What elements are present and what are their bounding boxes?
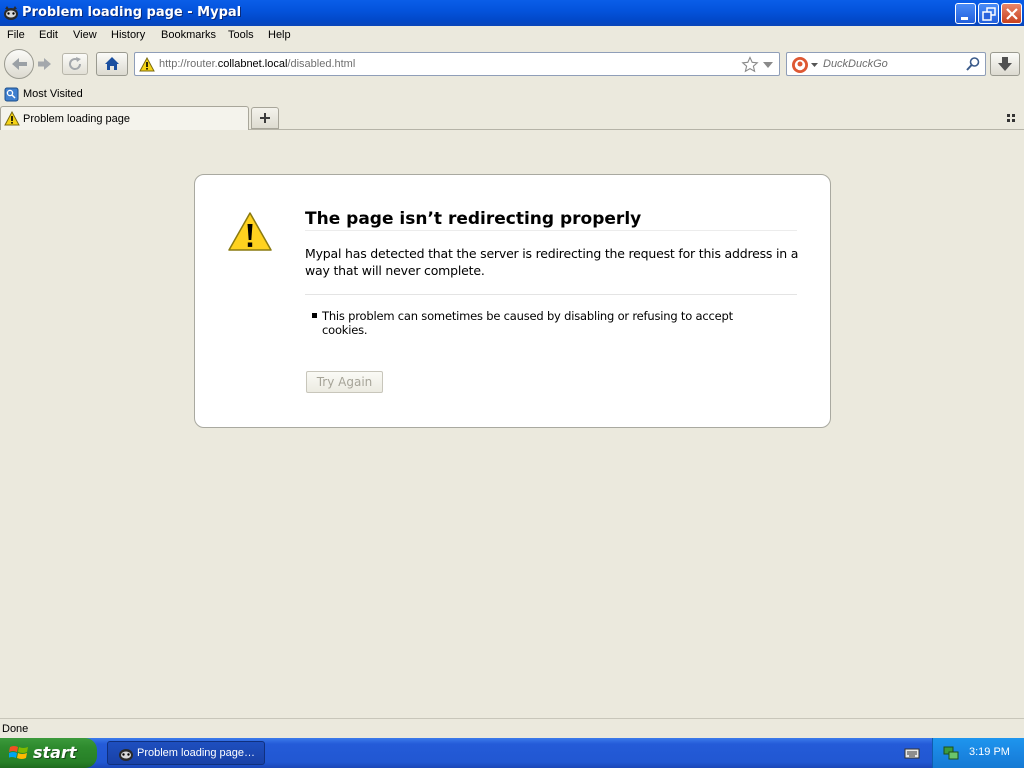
bookmark-star-icon[interactable]: [741, 56, 759, 74]
close-button[interactable]: [1001, 3, 1022, 24]
url-text[interactable]: http://router.collabnet.local/disabled.h…: [159, 58, 355, 70]
start-label: start: [33, 743, 77, 762]
home-button[interactable]: [96, 52, 128, 76]
title-bar[interactable]: Problem loading page - Mypal: [0, 0, 1024, 26]
new-tab-button[interactable]: [251, 107, 279, 129]
menu-help[interactable]: Help: [268, 29, 291, 41]
back-arrow-icon: [12, 58, 27, 70]
clock: 3:19 PM: [969, 746, 1010, 758]
taskbar-item-label: Problem loading page…: [137, 747, 256, 759]
try-again-button[interactable]: Try Again: [306, 371, 383, 393]
url-path: /disabled.html: [287, 58, 356, 70]
status-text: Done: [2, 723, 29, 735]
keyboard-icon[interactable]: [904, 747, 920, 759]
download-arrow-icon: [998, 57, 1012, 71]
start-button[interactable]: start: [0, 738, 97, 768]
menu-bar: File Edit View History Bookmarks Tools H…: [0, 26, 1024, 46]
error-panel: The page isn’t redirecting properly Mypa…: [194, 174, 831, 428]
page-content: The page isn’t redirecting properly Mypa…: [0, 130, 1024, 718]
system-tray: 3:19 PM: [932, 738, 1024, 768]
window-title: Problem loading page - Mypal: [22, 5, 242, 20]
duckduckgo-icon[interactable]: [791, 56, 809, 74]
windows-logo-icon: [9, 746, 28, 759]
navigation-toolbar: http://router.collabnet.local/disabled.h…: [0, 46, 1024, 84]
search-icon[interactable]: [965, 56, 981, 72]
tab-strip: Problem loading page: [0, 106, 1024, 130]
bookmarks-toolbar: Most Visited: [0, 84, 1024, 106]
warning-triangle-icon: [228, 212, 272, 251]
home-icon: [105, 57, 119, 70]
taskbar: start Problem loading page… 3:19 PM: [0, 738, 1024, 768]
status-bar: Done: [0, 718, 1024, 738]
error-bullet-item: This problem can sometimes be caused by …: [312, 309, 742, 337]
restore-button[interactable]: [978, 3, 999, 24]
close-icon: [1006, 8, 1018, 20]
title-divider: [305, 230, 797, 231]
mypal-app-icon: [4, 6, 18, 20]
url-host: collabnet.local: [217, 58, 288, 70]
address-bar[interactable]: http://router.collabnet.local/disabled.h…: [134, 52, 780, 76]
menu-bookmarks[interactable]: Bookmarks: [161, 29, 216, 41]
bullet-text: This problem can sometimes be caused by …: [322, 309, 733, 337]
menu-history[interactable]: History: [111, 29, 145, 41]
search-input[interactable]: DuckDuckGo: [823, 58, 888, 70]
warning-icon: [139, 57, 155, 72]
description-divider: [305, 294, 797, 295]
mypal-app-icon: [119, 749, 133, 761]
forward-arrow-icon: [38, 58, 51, 70]
minimize-button[interactable]: [955, 3, 976, 24]
error-description: Mypal has detected that the server is re…: [305, 246, 799, 278]
reload-icon: [69, 57, 82, 70]
error-title: The page isn’t redirecting properly: [305, 209, 642, 229]
menu-file[interactable]: File: [7, 29, 25, 41]
search-engine-dropdown-icon[interactable]: [811, 63, 818, 67]
bullet-marker: [312, 313, 317, 318]
bookmark-most-visited[interactable]: Most Visited: [23, 88, 83, 100]
back-button[interactable]: [4, 49, 34, 79]
list-all-tabs-icon[interactable]: [1006, 112, 1018, 124]
restore-icon: [982, 7, 996, 21]
warning-icon: [4, 111, 20, 126]
taskbar-item-mypal[interactable]: Problem loading page…: [107, 741, 265, 765]
search-bar[interactable]: DuckDuckGo: [786, 52, 986, 76]
tab-label: Problem loading page: [23, 113, 131, 125]
menu-view[interactable]: View: [73, 29, 97, 41]
reload-button[interactable]: [62, 53, 88, 75]
tab-problem-loading-page[interactable]: Problem loading page: [0, 106, 249, 130]
url-prefix: http://router.: [159, 58, 218, 70]
minimize-icon: [961, 17, 968, 20]
menu-tools[interactable]: Tools: [228, 29, 254, 41]
menu-edit[interactable]: Edit: [39, 29, 58, 41]
bookmark-folder-icon: [4, 87, 19, 102]
history-dropdown-icon[interactable]: [763, 62, 773, 68]
downloads-button[interactable]: [990, 52, 1020, 76]
network-icon[interactable]: [942, 745, 960, 761]
plus-icon: [260, 113, 270, 123]
forward-button[interactable]: [34, 54, 56, 74]
